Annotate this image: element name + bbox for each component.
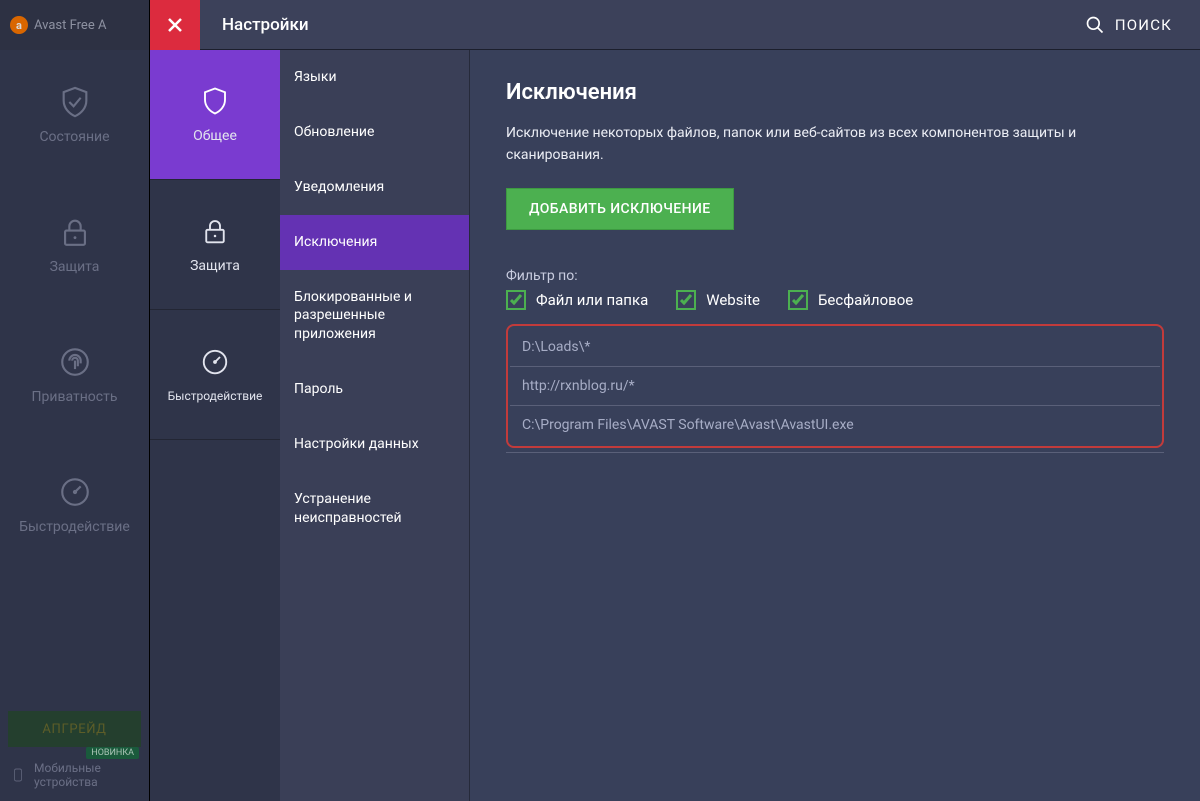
shield-check-icon [58,85,92,119]
filter-file-folder[interactable]: Файл или папка [506,290,648,310]
page-title: Исключения [506,80,1164,105]
settings-header: Настройки ПОИСК [150,0,1200,50]
subsection-password[interactable]: Пароль [280,362,469,417]
gauge-icon [200,347,230,377]
page-description: Исключение некоторых файлов, папок или в… [506,123,1164,166]
settings-modal: Настройки ПОИСК Общее Защита Быстро [150,0,1200,801]
app-title-bar: Avast Free A [0,0,149,50]
exclusion-row[interactable]: D:\Loads\* [510,328,1160,367]
settings-title: Настройки [200,15,309,35]
mobile-line2: устройства [34,775,98,789]
filter-label: Фильтр по: [506,268,1164,284]
gauge-icon [58,475,92,509]
checkbox-icon [506,290,526,310]
category-label: Общее [193,128,237,144]
shield-icon [200,86,230,116]
sidebar-item-performance[interactable]: Быстродействие [0,440,149,570]
exclusion-row[interactable]: http://rxnblog.ru/* [510,367,1160,406]
filter-label-text: Файл или папка [536,291,648,309]
settings-subsection-column: Языки Обновление Уведомления Исключения … [280,50,470,801]
sidebar-item-protection[interactable]: Защита [0,180,149,310]
filter-label-text: Website [706,291,760,309]
main-sidebar: Avast Free A Состояние Защита Приватност… [0,0,150,801]
app-logo-icon [10,16,28,34]
mobile-line1: Мобильные [34,761,101,775]
fingerprint-icon [58,345,92,379]
category-tab-protection[interactable]: Защита [150,180,280,310]
add-exclusion-button[interactable]: ДОБАВИТЬ ИСКЛЮЧЕНИЕ [506,188,734,230]
category-label: Быстродействие [168,389,263,403]
mobile-devices-link[interactable]: НОВИНКА Мобильные устройства [0,755,149,801]
sidebar-item-state[interactable]: Состояние [0,50,149,180]
checkbox-icon [676,290,696,310]
search-button[interactable]: ПОИСК [1057,0,1200,49]
category-label: Защита [190,258,240,274]
new-badge: НОВИНКА [86,747,139,759]
sidebar-item-label: Быстродействие [19,519,130,535]
subsection-update[interactable]: Обновление [280,105,469,160]
subsection-exclusions[interactable]: Исключения [280,215,469,270]
upgrade-label: АПГРЕЙД [42,722,106,737]
category-tab-performance[interactable]: Быстродействие [150,310,280,440]
subsection-data-settings[interactable]: Настройки данных [280,417,469,472]
exclusion-row[interactable]: C:\Program Files\AVAST Software\Avast\Av… [510,406,1160,444]
settings-category-column: Общее Защита Быстродействие [150,50,280,801]
exclusions-list-highlight: D:\Loads\* http://rxnblog.ru/* C:\Progra… [506,324,1164,448]
settings-content: Исключения Исключение некоторых файлов, … [470,50,1200,801]
search-label: ПОИСК [1115,16,1172,34]
phone-icon [10,767,26,783]
subsection-troubleshoot[interactable]: Устранение неисправностей [280,472,469,546]
lock-icon [58,215,92,249]
sidebar-item-privacy[interactable]: Приватность [0,310,149,440]
subsection-blocked-apps[interactable]: Блокированные и разрешенные приложения [280,270,469,363]
search-icon [1085,15,1105,35]
sidebar-item-label: Приватность [32,389,118,405]
filter-fileless[interactable]: Бесфайловое [788,290,913,310]
category-tab-general[interactable]: Общее [150,50,280,180]
close-button[interactable] [150,0,200,50]
filter-checkbox-row: Файл или папка Website Бесфайловое [506,290,1164,310]
checkbox-icon [788,290,808,310]
filter-label-text: Бесфайловое [818,291,913,309]
filter-website[interactable]: Website [676,290,760,310]
divider [506,452,1164,453]
close-icon [167,17,183,33]
subsection-notifications[interactable]: Уведомления [280,160,469,215]
sidebar-item-label: Состояние [39,129,109,145]
sidebar-item-label: Защита [50,259,100,275]
lock-icon [200,216,230,246]
app-title: Avast Free A [34,18,106,33]
subsection-languages[interactable]: Языки [280,50,469,105]
upgrade-button[interactable]: АПГРЕЙД [8,711,141,747]
